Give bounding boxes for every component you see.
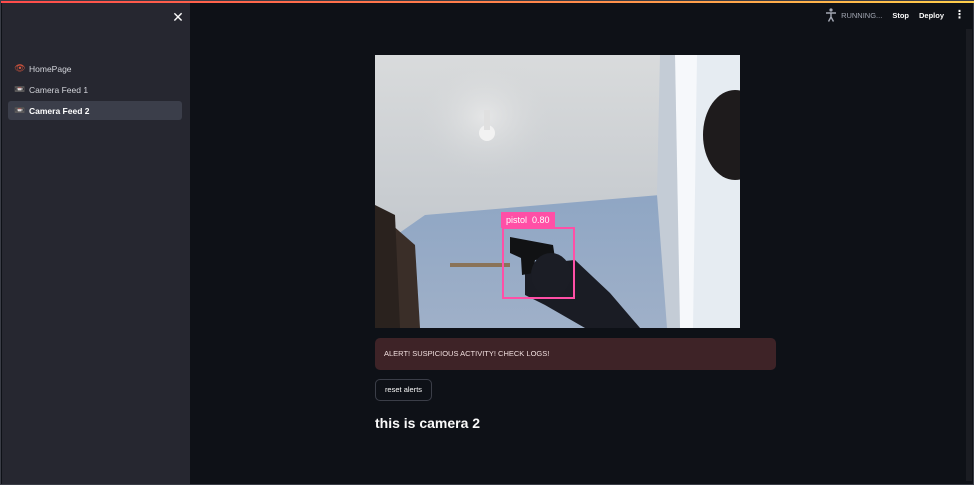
sidebar-item-label: HomePage <box>29 63 72 74</box>
sidebar-item-label: Camera Feed 1 <box>29 84 89 95</box>
camera-feed-image: pistol 0.80 <box>375 55 740 328</box>
app-frame: ✕ 👁 HomePage 📼 Camera Feed 1 📼 Camera Fe… <box>0 0 974 485</box>
page-heading: this is camera 2 <box>375 415 481 431</box>
sidebar-item-label: Camera Feed 2 <box>29 105 90 116</box>
camera-icon: 📼 <box>14 105 26 115</box>
detection-label: pistol 0.80 <box>501 212 555 228</box>
sidebar-item-homepage[interactable]: 👁 HomePage <box>8 59 182 78</box>
detection-bounding-box <box>502 227 575 299</box>
close-sidebar-button[interactable]: ✕ <box>170 9 186 25</box>
running-status: RUNNING... <box>825 8 882 22</box>
deploy-button[interactable]: Deploy <box>919 11 944 20</box>
eye-icon: 👁 <box>14 63 26 73</box>
status-text: RUNNING... <box>841 10 883 20</box>
header-toolbar: RUNNING... Stop Deploy ⋮ <box>825 7 965 23</box>
alert-banner: ALERT! SUSPICIOUS ACTIVITY! CHECK LOGS! <box>375 338 776 370</box>
sidebar-item-camera-feed-2[interactable]: 📼 Camera Feed 2 <box>8 101 182 120</box>
sidebar: ✕ 👁 HomePage 📼 Camera Feed 1 📼 Camera Fe… <box>2 3 190 484</box>
main-menu-icon[interactable]: ⋮ <box>954 10 965 21</box>
close-icon[interactable]: ✕ <box>172 9 184 25</box>
detection-class: pistol <box>506 215 528 225</box>
alert-text: ALERT! SUSPICIOUS ACTIVITY! CHECK LOGS! <box>384 349 550 358</box>
stop-button[interactable]: Stop <box>892 11 909 20</box>
sidebar-item-camera-feed-1[interactable]: 📼 Camera Feed 1 <box>8 80 182 99</box>
sidebar-nav: 👁 HomePage 📼 Camera Feed 1 📼 Camera Feed… <box>8 59 182 122</box>
detection-confidence: 0.80 <box>532 215 550 225</box>
running-figure-icon <box>826 8 837 22</box>
main-scrollbar[interactable] <box>966 29 972 481</box>
camera-icon: 📼 <box>14 84 26 94</box>
reset-alerts-button[interactable]: reset alerts <box>375 379 432 401</box>
